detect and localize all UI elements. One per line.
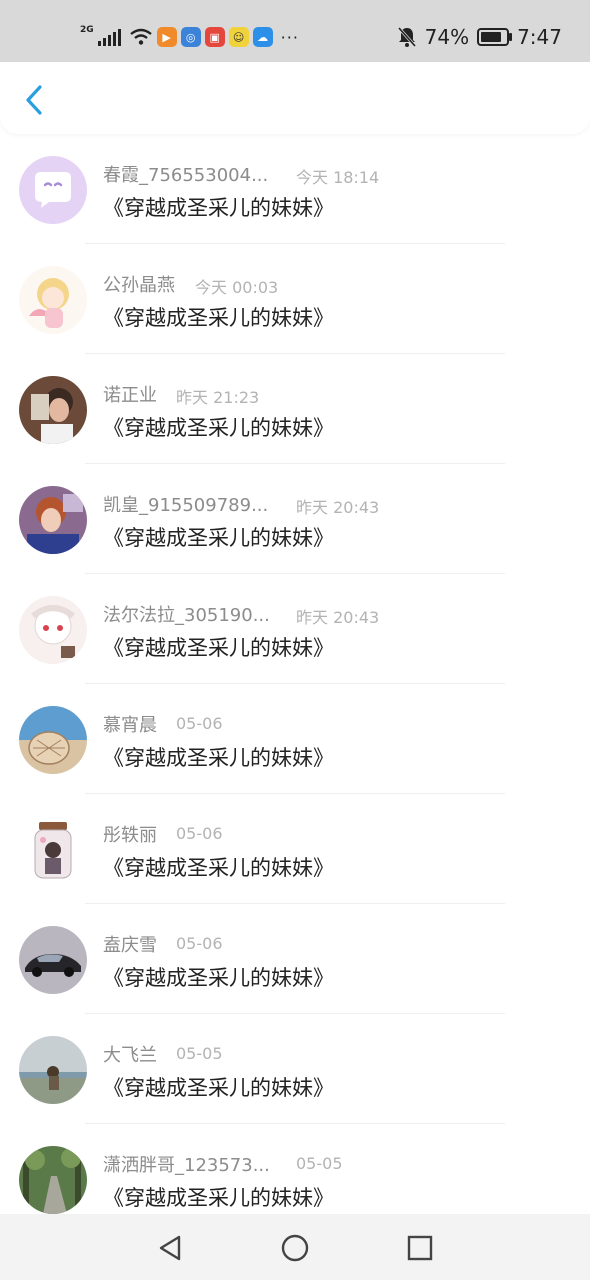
video-app-icon: ▶ [156, 27, 177, 47]
list-item[interactable]: 凯皇_915509789... 昨天 20:43 《穿越成圣采儿的妹妹》 [0, 464, 590, 574]
message-time: 昨天 21:23 [176, 388, 260, 407]
list-item[interactable]: 诺正业 昨天 21:23 《穿越成圣采儿的妹妹》 [0, 354, 590, 464]
avatar[interactable] [19, 266, 87, 334]
more-notifications-icon: ··· [280, 27, 299, 47]
tree-path-avatar-image [19, 1146, 87, 1214]
reader-app-icon: ▣ [204, 27, 225, 47]
message-title: 《穿越成圣采儿的妹妹》 [103, 306, 334, 330]
avatar[interactable] [19, 706, 87, 774]
clock: 7:47 [517, 25, 562, 49]
sender-name: 潇洒胖哥_123573... [103, 1155, 270, 1176]
message-title: 《穿越成圣采儿的妹妹》 [103, 636, 334, 660]
list-item[interactable]: 公孙晶燕 今天 00:03 《穿越成圣采儿的妹妹》 [0, 244, 590, 354]
list-item[interactable]: 法尔法拉_305190... 昨天 20:43 《穿越成圣采儿的妹妹》 [0, 574, 590, 684]
beach-avatar-image [19, 1036, 87, 1104]
sender-name: 大飞兰 [103, 1045, 157, 1066]
status-bar: 2G ▶ ◎ ▣ ☺ ☁ ··· 74% 7:47 [0, 0, 590, 62]
message-time: 05-06 [176, 934, 223, 953]
message-title: 《穿越成圣采儿的妹妹》 [103, 1186, 334, 1210]
list-item[interactable]: 大飞兰 05-05 《穿越成圣采儿的妹妹》 [0, 1014, 590, 1124]
sender-name: 凯皇_915509789... [103, 495, 269, 516]
avatar[interactable] [19, 156, 87, 224]
jar-avatar-image [19, 816, 87, 884]
avatar[interactable] [19, 816, 87, 884]
message-title: 《穿越成圣采儿的妹妹》 [103, 966, 334, 990]
message-title: 《穿越成圣采儿的妹妹》 [103, 1076, 334, 1100]
sender-name: 法尔法拉_305190... [103, 605, 270, 626]
message-time: 05-06 [176, 714, 223, 733]
circle-home-icon [281, 1234, 309, 1262]
browser-app-icon: ◎ [180, 27, 201, 47]
message-title: 《穿越成圣采儿的妹妹》 [103, 856, 334, 880]
back-button[interactable] [14, 80, 54, 120]
mute-bell-icon [397, 27, 416, 47]
message-time: 05-06 [176, 824, 223, 843]
list-item[interactable]: 潇洒胖哥_123573... 05-05 《穿越成圣采儿的妹妹》 [0, 1124, 590, 1214]
top-header [0, 62, 590, 134]
list-item[interactable]: 春霞_756553004... 今天 18:14 《穿越成圣采儿的妹妹》 [0, 134, 590, 244]
message-time: 今天 00:03 [195, 278, 279, 297]
avatar[interactable] [19, 596, 87, 664]
battery-percent: 74% [424, 25, 470, 49]
message-title: 《穿越成圣采儿的妹妹》 [103, 526, 334, 550]
message-time: 今天 18:14 [296, 168, 380, 187]
car-avatar-image [19, 926, 87, 994]
sender-name: 盍庆雪 [103, 935, 157, 956]
status-right: 74% 7:47 [397, 22, 562, 52]
triangle-back-icon [159, 1235, 181, 1261]
nav-back-button[interactable] [150, 1228, 190, 1268]
avatar[interactable] [19, 376, 87, 444]
system-nav-bar [0, 1214, 590, 1280]
network-type: 2G [80, 25, 94, 35]
photo-avatar-image [19, 376, 87, 444]
nav-home-button[interactable] [275, 1228, 315, 1268]
square-recents-icon [407, 1235, 433, 1261]
seashell-avatar-image [19, 706, 87, 774]
avatar[interactable] [19, 486, 87, 554]
sender-name: 春霞_756553004... [103, 165, 269, 186]
wifi-icon [129, 28, 152, 45]
anime-avatar-image [19, 596, 87, 664]
message-time: 05-05 [296, 1154, 343, 1173]
sender-name: 彤轶丽 [103, 825, 157, 846]
nav-recents-button[interactable] [400, 1228, 440, 1268]
chevron-left-icon [26, 85, 42, 115]
message-list: 春霞_756553004... 今天 18:14 《穿越成圣采儿的妹妹》 公孙晶… [0, 134, 590, 1214]
signal-icon [97, 28, 121, 46]
message-time: 05-05 [176, 1044, 223, 1063]
chat-bubble-icon [35, 172, 71, 208]
sender-name: 慕宵晨 [103, 715, 157, 736]
list-item[interactable]: 彤轶丽 05-06 《穿越成圣采儿的妹妹》 [0, 794, 590, 904]
battery-icon [477, 28, 513, 46]
avatar[interactable] [19, 1036, 87, 1104]
anime-girl-avatar-image [19, 266, 87, 334]
message-time: 昨天 20:43 [296, 608, 380, 627]
message-time: 昨天 20:43 [296, 498, 380, 517]
cloud-app-icon: ☁ [252, 27, 273, 47]
message-title: 《穿越成圣采儿的妹妹》 [103, 416, 334, 440]
sender-name: 诺正业 [103, 385, 157, 406]
status-left: 2G ▶ ◎ ▣ ☺ ☁ ··· [80, 22, 299, 52]
list-item[interactable]: 盍庆雪 05-06 《穿越成圣采儿的妹妹》 [0, 904, 590, 1014]
message-title: 《穿越成圣采儿的妹妹》 [103, 746, 334, 770]
avatar[interactable] [19, 1146, 87, 1214]
list-item[interactable]: 慕宵晨 05-06 《穿越成圣采儿的妹妹》 [0, 684, 590, 794]
message-title: 《穿越成圣采儿的妹妹》 [103, 196, 334, 220]
sender-name: 公孙晶燕 [103, 275, 175, 296]
photo-avatar-image [19, 486, 87, 554]
avatar[interactable] [19, 926, 87, 994]
baidu-app-icon: ☺ [228, 27, 249, 47]
